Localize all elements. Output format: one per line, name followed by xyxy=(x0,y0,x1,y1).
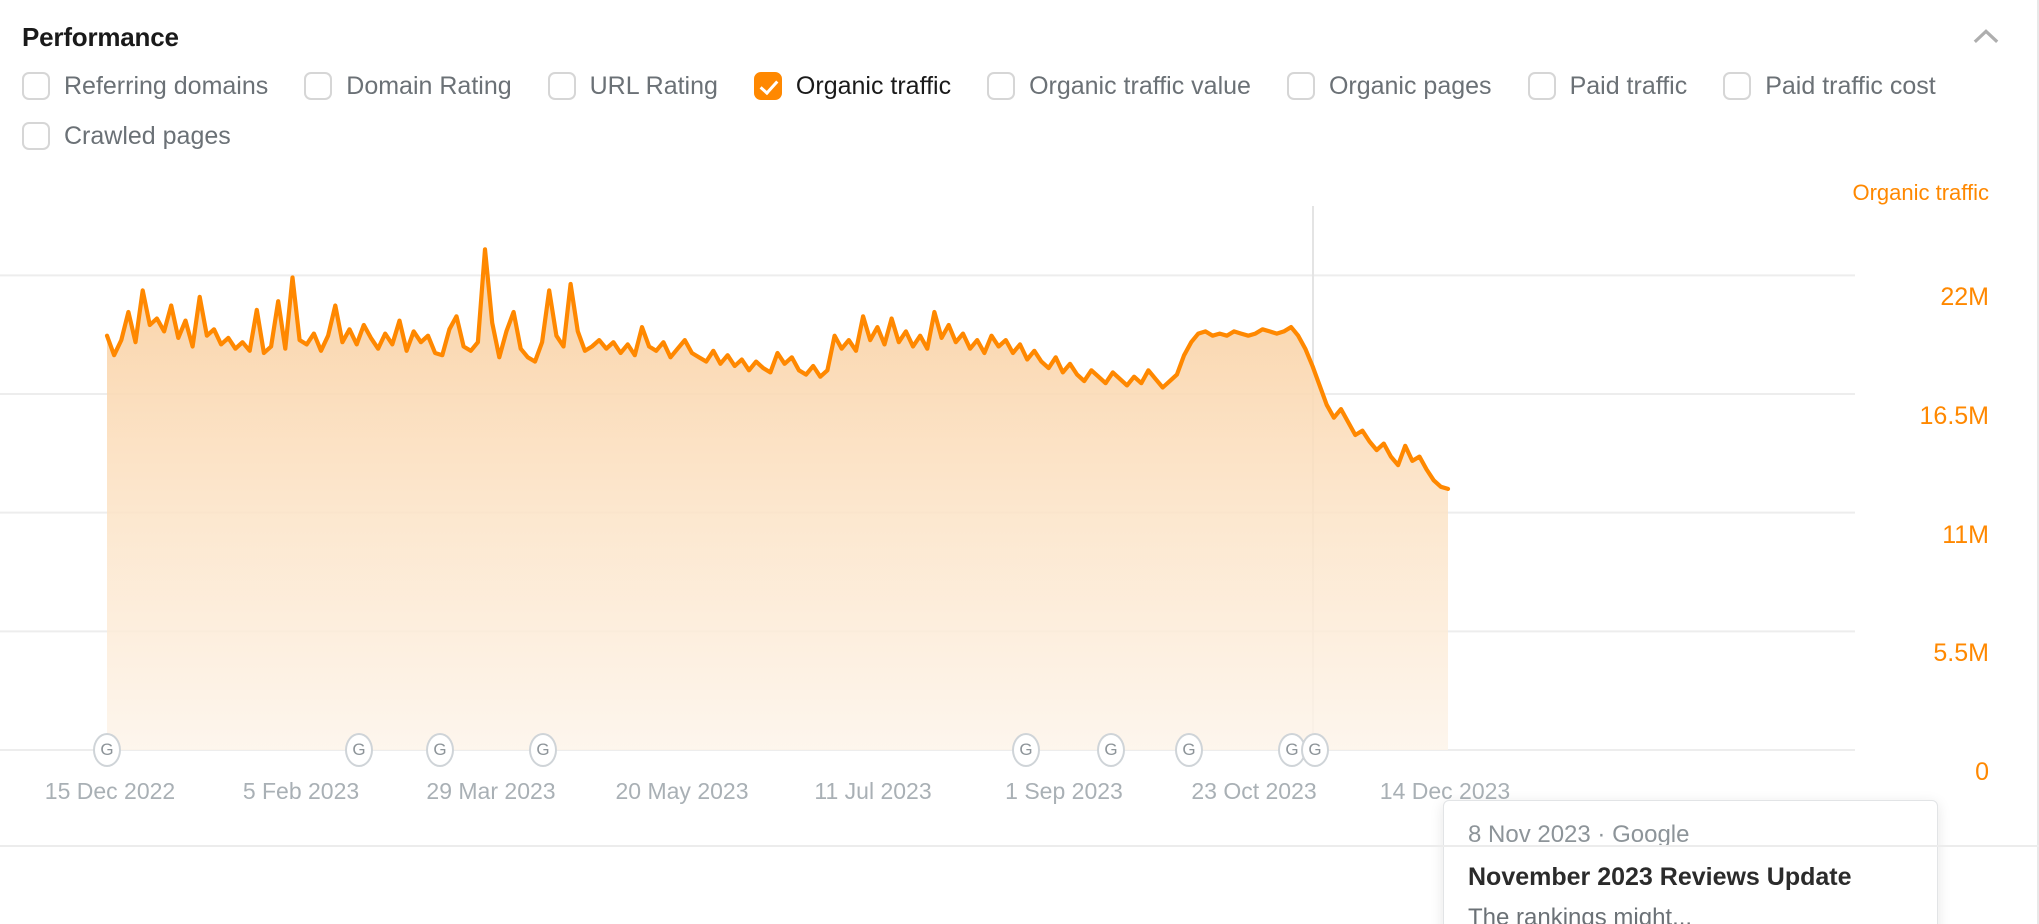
checkbox-icon[interactable] xyxy=(22,122,50,150)
x-axis-tick-label: 15 Dec 2022 xyxy=(44,778,176,804)
checkbox-icon[interactable] xyxy=(1286,72,1315,100)
google-update-marker[interactable]: G xyxy=(1012,733,1040,767)
y-axis-tick-label: 22M xyxy=(1940,283,1989,312)
metric-checkbox-crawled-pages[interactable]: Crawled pages xyxy=(22,116,231,156)
x-axis-tick-label: 5 Feb 2023 xyxy=(242,778,360,804)
metric-label: Paid traffic xyxy=(1569,71,1688,100)
metric-checkbox-organic-pages[interactable]: Organic pages xyxy=(1286,66,1492,106)
google-update-marker[interactable]: G xyxy=(93,733,121,767)
tooltip-title: November 2023 Reviews Update xyxy=(1468,863,1852,891)
metric-label: Organic traffic value xyxy=(1029,71,1251,100)
page-title: Performance xyxy=(22,21,179,52)
google-update-marker[interactable]: G xyxy=(426,733,454,767)
metric-label: Crawled pages xyxy=(64,121,231,150)
performance-panel: Performance Referring domains Domain Rati… xyxy=(0,0,2039,924)
x-axis-tick-label: 1 Sep 2023 xyxy=(1005,778,1123,804)
chevron-up-icon xyxy=(1973,29,1999,44)
metric-label: Organic traffic xyxy=(795,71,952,100)
metric-checkbox-organic-traffic[interactable]: Organic traffic xyxy=(753,66,952,106)
checkbox-icon[interactable] xyxy=(547,72,576,100)
checkbox-icon[interactable] xyxy=(1723,72,1752,100)
organic-traffic-area-chart xyxy=(0,206,1855,751)
metric-label: Referring domains xyxy=(64,71,269,100)
google-update-marker[interactable]: G xyxy=(1097,733,1125,767)
x-axis-tick-label: 20 May 2023 xyxy=(615,778,749,804)
metric-checkbox-referring-domains[interactable]: Referring domains xyxy=(22,66,268,106)
metric-checkbox-paid-traffic[interactable]: Paid traffic xyxy=(1527,66,1688,106)
checkbox-checked-icon[interactable] xyxy=(753,72,782,100)
series-legend-label: Organic traffic xyxy=(1852,180,1989,205)
collapse-panel-button[interactable] xyxy=(1963,14,2009,60)
google-update-marker[interactable]: G xyxy=(1301,733,1329,767)
tooltip-body: The rankings might... xyxy=(1468,904,1693,924)
metric-label: Organic pages xyxy=(1328,71,1492,100)
metric-checkbox-paid-traffic-cost[interactable]: Paid traffic cost xyxy=(1723,66,1936,106)
checkbox-icon[interactable] xyxy=(987,72,1016,100)
metric-checkbox-organic-traffic-value[interactable]: Organic traffic value xyxy=(987,66,1251,106)
metric-checkbox-group: Referring domains Domain Rating URL Rating… xyxy=(0,56,2037,156)
metric-label: Paid traffic cost xyxy=(1765,71,1936,100)
google-update-marker[interactable]: G xyxy=(345,733,373,767)
metric-label: Domain Rating xyxy=(346,71,512,100)
x-axis-tick-label: 29 Mar 2023 xyxy=(426,778,556,804)
panel-header: Performance xyxy=(0,0,2037,56)
checkbox-icon[interactable] xyxy=(304,72,333,100)
chart-area-fill xyxy=(107,249,1448,750)
google-update-marker[interactable]: G xyxy=(529,733,557,767)
metric-checkbox-url-rating[interactable]: URL Rating xyxy=(547,66,718,106)
google-update-marker[interactable]: G xyxy=(1175,733,1203,767)
x-axis-tick-label: 23 Oct 2023 xyxy=(1191,778,1317,804)
x-axis-tick-label: 11 Jul 2023 xyxy=(814,778,932,804)
metric-checkbox-domain-rating[interactable]: Domain Rating xyxy=(304,66,512,106)
metric-label: URL Rating xyxy=(589,71,718,100)
checkbox-icon[interactable] xyxy=(22,72,50,100)
performance-chart: Organic traffic 0 5.5M 11M 16.5M 22M 15 Dec … xyxy=(0,178,2039,818)
y-axis-tick-label: 0 xyxy=(1975,758,1989,786)
y-axis-tick-label: 5.5M xyxy=(1933,639,1989,668)
google-update-tooltip: 8 Nov 2023 · Google November 2023 Review… xyxy=(1443,800,1938,924)
checkbox-icon[interactable] xyxy=(1527,72,1556,100)
y-axis-tick-label: 11M xyxy=(1942,520,1989,549)
y-axis-tick-label: 16.5M xyxy=(1919,402,1989,430)
panel-bottom-divider xyxy=(0,845,2039,847)
